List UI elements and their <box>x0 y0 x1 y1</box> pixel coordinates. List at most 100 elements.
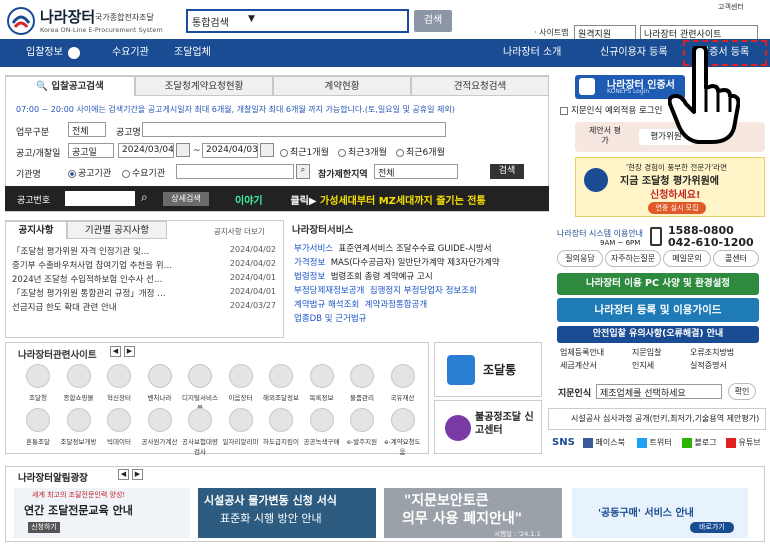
related-site-label[interactable]: 조달정보개방 <box>59 436 99 446</box>
youtube-link[interactable]: 유튜브 <box>726 437 761 448</box>
nav-intro[interactable]: 나라장터 소개 <box>503 39 561 67</box>
qna-button[interactable]: 질의응답 <box>557 250 603 267</box>
help-link[interactable]: 실적증명서 <box>690 360 727 371</box>
related-site-icon[interactable] <box>350 408 374 432</box>
related-site-icon[interactable] <box>188 364 212 388</box>
safe-bid-button[interactable]: 안전입찰 유의사항(오류해결) 안내 <box>557 326 759 343</box>
related-site-icon[interactable] <box>107 364 131 388</box>
service-row[interactable]: 계약법규 해석조회 계약과정통합공개 <box>294 298 427 310</box>
range-6m[interactable]: 최근6개월 <box>396 145 445 158</box>
related-site-label[interactable]: 벤처나라 <box>140 392 180 402</box>
evaluator-recruit-banner[interactable]: '현장 경험이 풍부한 전문가'라면 지금 조달청 평가위원에 신청하세요! 연… <box>575 157 765 217</box>
related-site-label[interactable]: 목록정보 <box>302 392 342 402</box>
list-item[interactable]: 「조달청 평가위원 통합관리 규정」개정 … 2024/04/01 <box>12 287 276 299</box>
tab-bid-search[interactable]: 🔍 입찰공고검색 <box>5 76 135 96</box>
search-scope-select[interactable]: 통합검색 <box>192 14 229 29</box>
tab-contract-request[interactable]: 조달청계약요청현황 <box>135 76 273 96</box>
site-logo[interactable]: 나라장터 국가종합전자조달 Korea ON-Line E-Procuremen… <box>6 6 176 36</box>
help-link[interactable]: 오류조치방법 <box>690 347 734 358</box>
calendar-icon[interactable] <box>260 143 274 157</box>
twitter-link[interactable]: 트위터 <box>637 437 672 448</box>
remote-support-select[interactable]: 원격지원 <box>574 25 636 40</box>
related-site-label[interactable]: 해외조달정보 <box>261 392 301 402</box>
tab-quote-search[interactable]: 견적요청검색 <box>411 76 549 96</box>
related-site-icon[interactable] <box>390 364 415 388</box>
agency-notice-radio[interactable]: 공고기관 <box>68 166 111 179</box>
tab-contract-status[interactable]: 계약현황 <box>273 76 411 96</box>
help-link[interactable]: 업체등록안내 <box>560 347 604 358</box>
agency-demand-radio[interactable]: 수요기관 <box>122 166 165 179</box>
related-site-icon[interactable] <box>269 364 293 388</box>
tab-agency-notice[interactable]: 기관별 공지사항 <box>67 221 167 239</box>
related-site-icon[interactable] <box>350 364 374 388</box>
related-site-label[interactable]: 이음장터 <box>221 392 261 402</box>
related-site-icon[interactable] <box>66 408 91 432</box>
service-row[interactable]: 업종DB 및 근거법규 <box>294 312 367 324</box>
nav-bid-info[interactable]: 입찰정보 <box>26 39 63 67</box>
related-site-label[interactable]: 빅데이터 <box>99 436 139 446</box>
facebook-link[interactable]: 페이스북 <box>583 437 625 448</box>
related-site-icon[interactable] <box>188 408 212 432</box>
date-to-input[interactable]: 2024/04/03 <box>202 143 258 158</box>
related-site-label[interactable]: 물품관리 <box>342 392 382 402</box>
faq-button[interactable]: 자주하는질문 <box>605 250 661 267</box>
service-row[interactable]: 법령정보 법령조회 총령 계약예규 고시 <box>294 270 433 282</box>
related-site-icon[interactable] <box>390 408 415 432</box>
fingerprint-login-checkbox[interactable]: 지문인식 예외적용 로그인 <box>560 104 662 116</box>
list-item[interactable]: 「조달청 평가위원 자격 인정기관 및… 2024/04/02 <box>12 245 276 257</box>
range-1m[interactable]: 최근1개월 <box>280 145 329 158</box>
related-site-icon[interactable] <box>269 408 293 432</box>
period-type-select[interactable]: 공고일 <box>68 143 114 158</box>
related-site-icon[interactable] <box>147 408 172 432</box>
related-site-icon[interactable] <box>228 408 253 432</box>
callcenter-button[interactable]: 콜센터 <box>713 250 759 267</box>
nav-new-user[interactable]: 신규이용자 등록 <box>600 39 668 67</box>
blog-link[interactable]: 블로그 <box>682 437 717 448</box>
calendar-icon[interactable] <box>176 143 190 157</box>
related-site-icon[interactable] <box>228 364 253 388</box>
tab-notice[interactable]: 공지사항 <box>5 221 67 239</box>
price-change-banner[interactable]: 시설공사 물가변동 신청 서식 표준화 시행 방안 안내 <box>198 488 376 538</box>
search-icon[interactable]: ⌕ <box>141 190 148 205</box>
related-site-label[interactable]: 일자리알리미 <box>221 436 261 446</box>
related-site-label[interactable]: 공사원가계산 <box>140 436 180 446</box>
security-token-banner[interactable]: "지문보안토큰 의무 사용 폐지안내" 시행일 : '24.1.1 <box>384 488 562 538</box>
region-select[interactable]: 전체 <box>374 164 458 179</box>
agency-input[interactable] <box>176 164 294 179</box>
prev-arrow-icon[interactable]: ◀ <box>118 469 129 480</box>
detail-search-button[interactable]: 상세검색 <box>163 192 209 206</box>
related-site-label[interactable]: e-계약요청도움 <box>383 436 423 456</box>
notice-more-link[interactable]: 공지사항 더보기 <box>214 226 265 237</box>
service-row[interactable]: 부가서비스 표준연계서비스 조달수수료 GUIDE-시방서 <box>294 242 492 254</box>
list-item[interactable]: 선금지급 한도 확대 관련 안내 2024/03/27 <box>12 301 276 313</box>
list-item[interactable]: 중기부 수출바우처사업 참여기업 추천을 위… 2024/04/02 <box>12 259 276 271</box>
service-row[interactable]: 가격정보 MAS(다수공급자) 일반단가계약 제3자단가계약 <box>294 256 500 268</box>
register-guide-button[interactable]: 나라장터 등록 및 이용가이드 <box>557 298 759 322</box>
related-site-label[interactable]: 국유재산 <box>383 392 423 402</box>
notice-name-input[interactable] <box>142 122 446 137</box>
nav-supplier[interactable]: 조달업체 <box>174 39 211 67</box>
bid-number-input[interactable] <box>65 191 135 206</box>
next-arrow-icon[interactable]: ▶ <box>132 469 143 480</box>
customer-center-link[interactable]: 고객센터 <box>718 2 744 12</box>
biz-type-select[interactable]: 전체 <box>68 122 106 137</box>
related-site-icon[interactable] <box>26 364 50 388</box>
nav-demand-agency[interactable]: 수요기관 <box>112 39 149 67</box>
jodaltong-banner[interactable]: 조달통 <box>434 342 542 397</box>
related-site-label[interactable]: 종합쇼핑몰 <box>59 392 99 402</box>
group-purchase-banner[interactable]: '공동구매' 서비스 안내 바로가기 <box>572 488 748 538</box>
promo-ticker[interactable]: 이야기 클릭▶ 가성세대부터 MZ세대까지 즐기는 전통 <box>235 192 486 207</box>
related-site-label[interactable]: 하도급지킴이 <box>261 436 301 446</box>
confirm-button[interactable]: 확인 <box>728 383 756 400</box>
bid-search-button[interactable]: 검색 <box>490 164 524 179</box>
related-site-label[interactable]: 공공녹색구매 <box>302 436 342 446</box>
related-site-label[interactable]: 공사보험대량검사 <box>180 436 220 456</box>
related-sites-select[interactable]: 나라장터 관련사이트 <box>640 25 758 40</box>
list-item[interactable]: 2024년 조달청 수입적하보험 인수사 선… 2024/04/01 <box>12 273 276 285</box>
help-link[interactable]: 지문입찰 <box>632 347 661 358</box>
related-site-label[interactable]: 혁신장터 <box>99 392 139 402</box>
related-site-icon[interactable] <box>309 364 334 388</box>
facility-review-link[interactable]: 시설공사 심사과정 공개(턴키,최저가,기술용역 제안평가) <box>548 408 766 430</box>
prev-arrow-icon[interactable]: ◀ <box>110 346 121 357</box>
related-site-icon[interactable] <box>66 364 91 388</box>
